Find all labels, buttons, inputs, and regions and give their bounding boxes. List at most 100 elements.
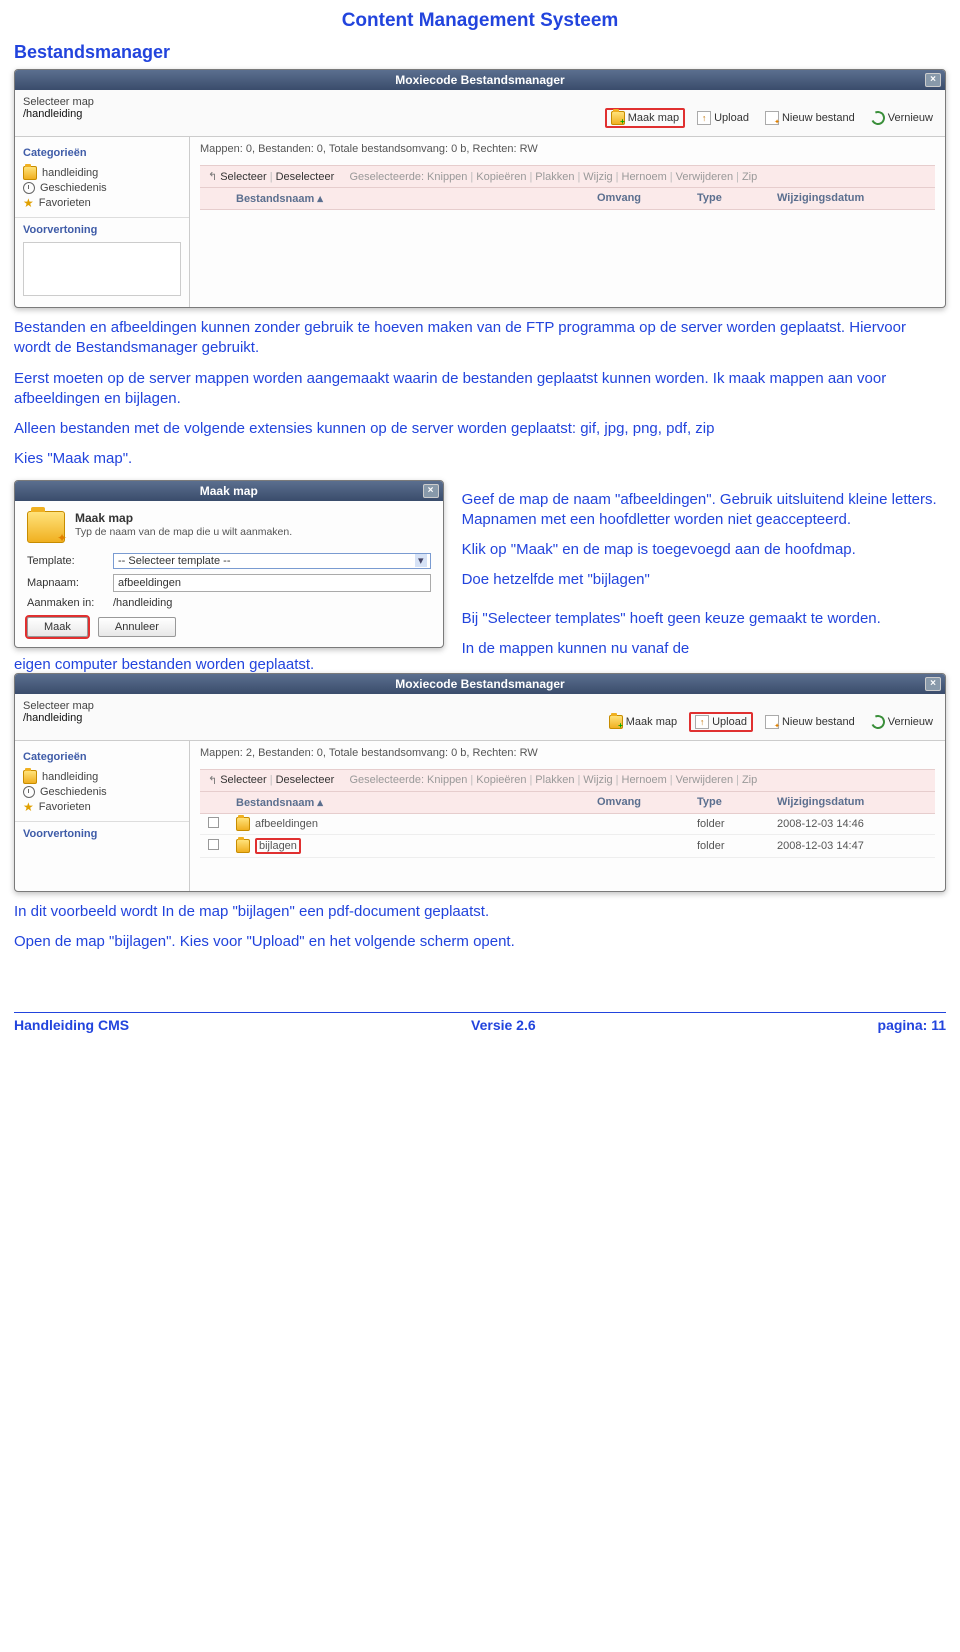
col-date[interactable]: Wijzigingsdatum — [777, 192, 927, 205]
make-button[interactable]: Maak — [27, 617, 88, 637]
upload-button[interactable]: Upload — [689, 712, 753, 732]
instruction-text: Bij "Selecteer templates" hoeft geen keu… — [462, 609, 946, 629]
table-row[interactable]: bijlagenfolder2008-12-03 14:47 — [200, 835, 935, 858]
sidebar-cats-heading: Categorieën — [23, 751, 181, 763]
close-icon[interactable]: × — [925, 73, 941, 87]
rename-link: Hernoem — [622, 171, 667, 183]
sidebar-item-label: Geschiedenis — [40, 786, 107, 798]
checkbox-icon[interactable] — [208, 839, 219, 850]
mapname-label: Mapnaam: — [27, 577, 105, 589]
paragraph: In dit voorbeeld wordt In de map "bijlag… — [14, 902, 946, 922]
path-label: Selecteer map — [23, 700, 94, 712]
refresh-button[interactable]: Vernieuw — [867, 714, 937, 730]
deselect-link[interactable]: Deselecteer — [276, 774, 335, 786]
sidebar-item-favorites[interactable]: ★ Favorieten — [23, 195, 181, 211]
edit-link: Wijzig — [583, 774, 612, 786]
col-size[interactable]: Omvang — [597, 192, 697, 205]
row-name: afbeeldingen — [255, 818, 318, 830]
window-title: Moxiecode Bestandsmanager — [395, 677, 564, 691]
upload-icon — [697, 111, 711, 125]
col-name[interactable]: Bestandsnaam ▴ — [236, 192, 597, 205]
where-value: /handleiding — [113, 597, 172, 609]
refresh-button[interactable]: Vernieuw — [867, 110, 937, 126]
cancel-button[interactable]: Annuleer — [98, 617, 176, 637]
make-folder-label: Maak map — [628, 112, 679, 124]
sidebar-item-history[interactable]: Geschiedenis — [23, 181, 181, 195]
sidebar-item-folder[interactable]: handleiding — [23, 769, 181, 785]
action-bar: ↰ Selecteer| Deselecteer Geselecteerde: … — [200, 769, 935, 792]
template-label: Template: — [27, 555, 105, 567]
folder-plus-icon — [611, 111, 625, 125]
sidebar-item-folder[interactable]: handleiding — [23, 165, 181, 181]
upload-button[interactable]: Upload — [693, 110, 753, 126]
window-title: Moxiecode Bestandsmanager — [395, 73, 564, 87]
instruction-text: Geef de map de naam "afbeeldingen". Gebr… — [462, 490, 946, 531]
selected-label: Geselecteerde: — [349, 774, 424, 786]
main-pane: Mappen: 0, Bestanden: 0, Totale bestands… — [190, 137, 945, 307]
folder-icon — [236, 817, 250, 831]
star-icon: ★ — [23, 196, 34, 210]
make-folder-button[interactable]: Maak map — [605, 108, 685, 128]
status-text: Mappen: 0, Bestanden: 0, Totale bestands… — [200, 143, 935, 155]
selected-label: Geselecteerde: — [349, 171, 424, 183]
sidebar-item-favorites[interactable]: ★ Favorieten — [23, 799, 181, 815]
deselect-link[interactable]: Deselecteer — [276, 171, 335, 183]
make-folder-dialog: Maak map × Maak map Typ de naam van de m… — [14, 480, 444, 648]
row-name: bijlagen — [255, 838, 301, 854]
close-icon[interactable]: × — [423, 484, 439, 498]
path-display: Selecteer map /handleiding — [23, 96, 94, 120]
refresh-label: Vernieuw — [888, 716, 933, 728]
zip-link: Zip — [742, 774, 757, 786]
new-file-label: Nieuw bestand — [782, 716, 855, 728]
paragraph: Eerst moeten op de server mappen worden … — [14, 369, 946, 410]
row-type: folder — [697, 840, 777, 852]
paste-link: Plakken — [535, 171, 574, 183]
new-file-button[interactable]: Nieuw bestand — [761, 110, 859, 126]
row-date: 2008-12-03 14:46 — [777, 818, 927, 830]
where-label: Aanmaken in: — [27, 597, 105, 609]
folder-icon — [23, 166, 37, 180]
select-all-link[interactable]: Selecteer — [220, 774, 266, 786]
sidebar-item-label: handleiding — [42, 771, 98, 783]
table-row[interactable]: afbeeldingenfolder2008-12-03 14:46 — [200, 814, 935, 835]
new-file-label: Nieuw bestand — [782, 112, 855, 124]
paragraph: Open de map "bijlagen". Kies voor "Uploa… — [14, 932, 946, 952]
dialog-title: Maak map — [200, 484, 258, 498]
section-heading: Bestandsmanager — [14, 42, 946, 63]
make-folder-button[interactable]: Maak map — [605, 714, 681, 730]
page-footer: Handleiding CMS Versie 2.6 pagina: 11 — [14, 1012, 946, 1033]
col-date[interactable]: Wijzigingsdatum — [777, 796, 927, 809]
edit-link: Wijzig — [583, 171, 612, 183]
main-pane: Mappen: 2, Bestanden: 0, Totale bestands… — [190, 741, 945, 891]
col-type[interactable]: Type — [697, 796, 777, 809]
status-text: Mappen: 2, Bestanden: 0, Totale bestands… — [200, 747, 935, 759]
folder-plus-icon — [609, 715, 623, 729]
footer-center: Versie 2.6 — [471, 1017, 536, 1033]
new-file-button[interactable]: Nieuw bestand — [761, 714, 859, 730]
close-icon[interactable]: × — [925, 677, 941, 691]
new-file-icon — [765, 111, 779, 125]
folder-icon — [236, 839, 250, 853]
col-size[interactable]: Omvang — [597, 796, 697, 809]
sidebar-item-label: handleiding — [42, 167, 98, 179]
refresh-label: Vernieuw — [888, 112, 933, 124]
dialog-heading: Maak map — [75, 511, 292, 525]
paragraph: Alleen bestanden met de volgende extensi… — [14, 419, 946, 439]
copy-link: Kopieëren — [476, 774, 526, 786]
col-type[interactable]: Type — [697, 192, 777, 205]
col-name[interactable]: Bestandsnaam ▴ — [236, 796, 597, 809]
footer-right: pagina: 11 — [878, 1017, 946, 1033]
cut-link: Knippen — [427, 171, 467, 183]
titlebar: Maak map × — [15, 481, 443, 501]
instruction-text: Klik op "Maak" en de map is toegevoegd a… — [462, 540, 946, 560]
paragraph: Bestanden en afbeeldingen kunnen zonder … — [14, 318, 946, 359]
checkbox-icon[interactable] — [208, 817, 219, 828]
cut-link: Knippen — [427, 774, 467, 786]
mapname-input[interactable]: afbeeldingen — [113, 574, 431, 592]
sidebar-item-history[interactable]: Geschiedenis — [23, 785, 181, 799]
template-select[interactable]: -- Selecteer template -- — [113, 553, 431, 569]
select-all-link[interactable]: Selecteer — [220, 171, 266, 183]
kies-label: Kies "Maak map". — [14, 449, 946, 469]
folder-icon — [23, 770, 37, 784]
sidebar-preview-heading: Voorvertoning — [23, 828, 181, 840]
